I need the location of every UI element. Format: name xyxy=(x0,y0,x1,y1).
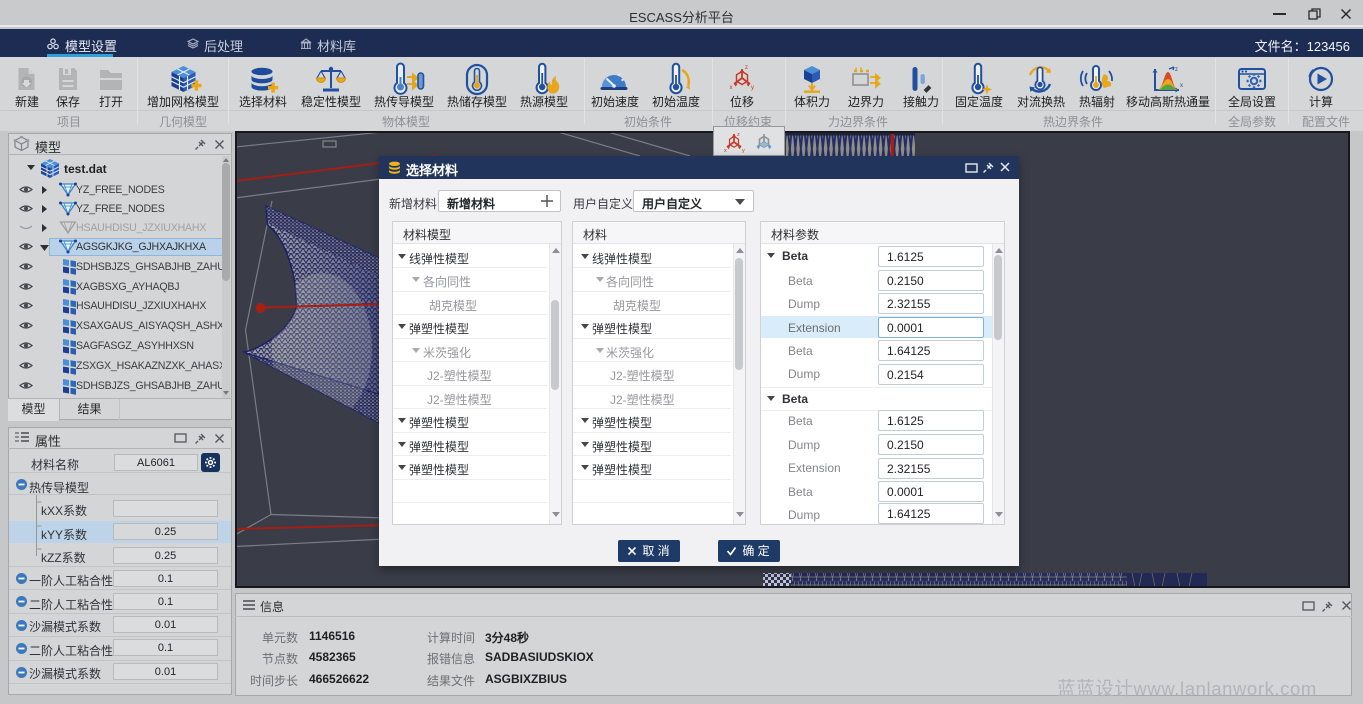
svg-text:y: y xyxy=(742,148,745,154)
svg-text:x: x xyxy=(1180,83,1183,89)
svg-text:y: y xyxy=(751,85,754,91)
svg-text:z: z xyxy=(1175,67,1178,73)
svg-text:x: x xyxy=(730,85,733,91)
svg-text:x: x xyxy=(724,148,727,154)
svg-text:z: z xyxy=(737,132,740,138)
svg-text:z: z xyxy=(745,65,748,71)
